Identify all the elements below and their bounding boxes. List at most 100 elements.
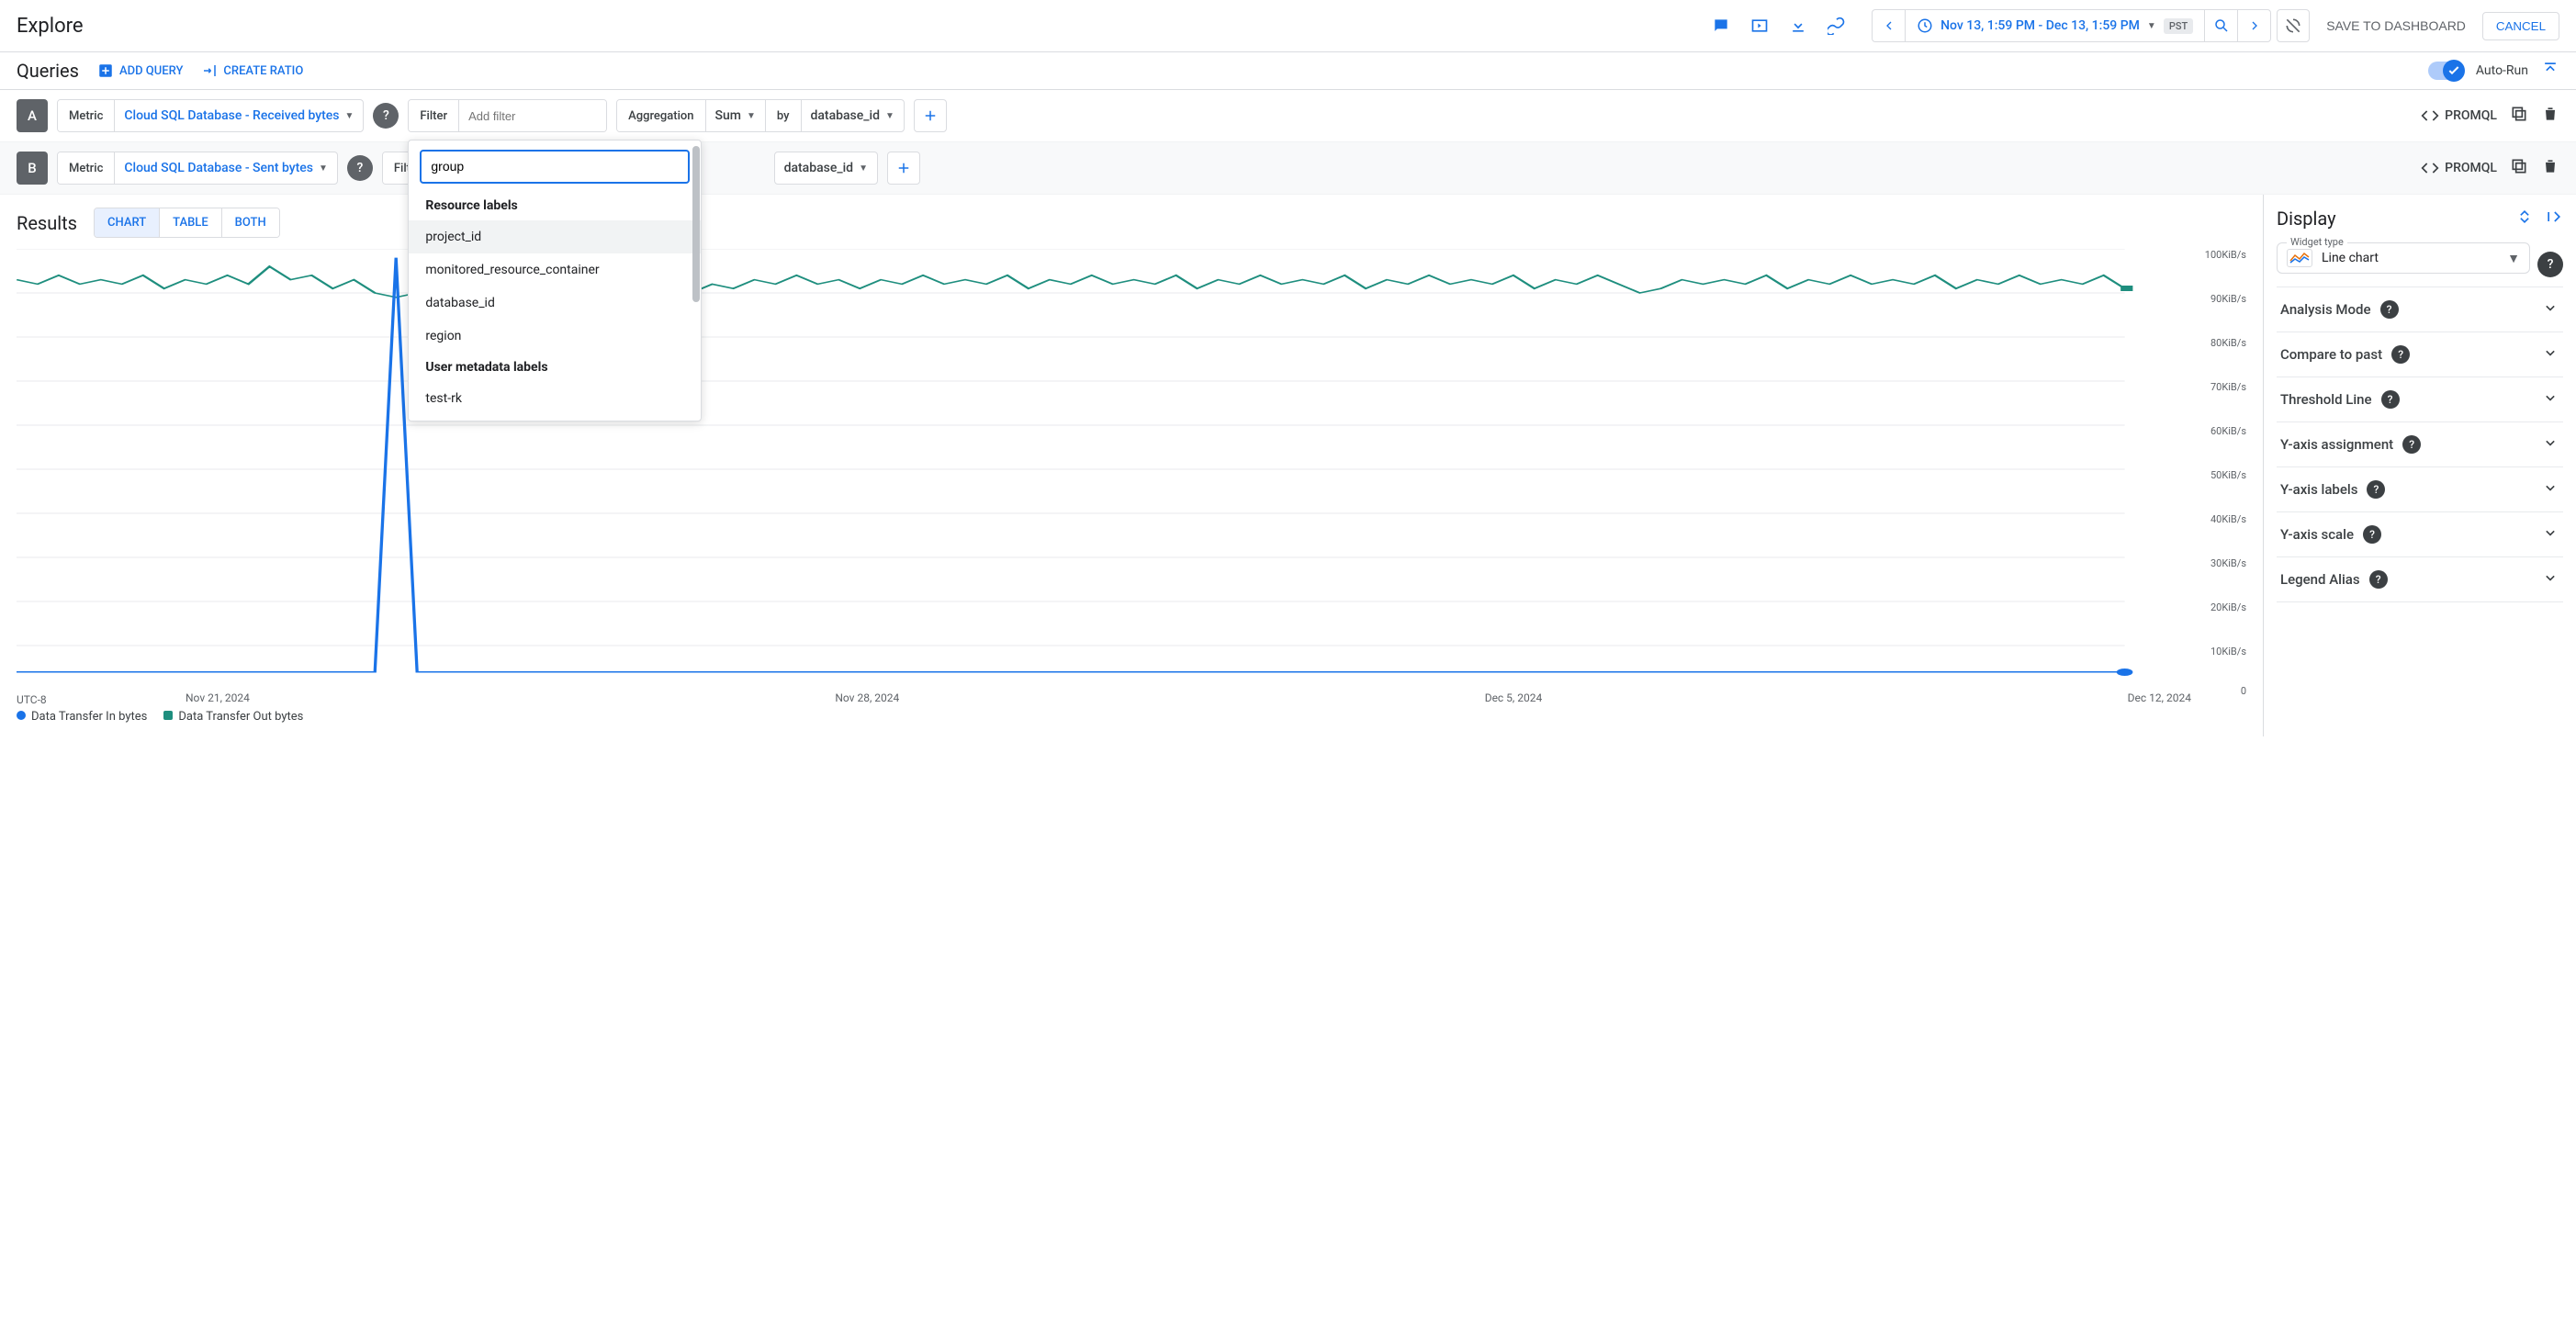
metric-select-a[interactable]: Cloud SQL Database - Received bytes ▼ xyxy=(115,108,363,123)
promql-button-a[interactable]: PROMQL xyxy=(2421,107,2497,125)
copy-icon[interactable] xyxy=(2510,157,2528,179)
dropdown-option[interactable]: test-rk xyxy=(409,382,701,415)
download-icon[interactable] xyxy=(1782,9,1815,42)
accordion-yaxis-assignment[interactable]: Y-axis assignment? xyxy=(2277,422,2563,467)
collapse-panel-icon[interactable] xyxy=(2545,208,2563,230)
save-to-dashboard-button[interactable]: SAVE TO DASHBOARD xyxy=(2315,11,2477,40)
help-icon[interactable]: ? xyxy=(2380,300,2399,319)
help-icon[interactable]: ? xyxy=(2369,570,2388,589)
promql-label: PROMQL xyxy=(2445,108,2497,123)
add-groupby-button-b[interactable] xyxy=(887,152,920,185)
add-query-button[interactable]: ADD QUERY xyxy=(97,62,183,79)
dropdown-option[interactable]: database_id xyxy=(409,287,701,320)
dropdown-option[interactable]: monitored_resource_container xyxy=(409,253,701,287)
help-icon[interactable]: ? xyxy=(2537,252,2563,277)
time-prev-button[interactable] xyxy=(1873,9,1906,42)
expand-display-icon[interactable] xyxy=(2515,208,2534,230)
y-tick: 40KiB/s xyxy=(2210,513,2246,525)
x-tick: Dec 5, 2024 xyxy=(1485,691,1543,704)
accordion-label: Analysis Mode xyxy=(2280,301,2371,318)
widget-type-value: Line chart xyxy=(2322,251,2498,265)
accordion-label: Legend Alias xyxy=(2280,571,2360,588)
results-title: Results xyxy=(17,212,77,234)
accordion-compare-past[interactable]: Compare to past? xyxy=(2277,332,2563,377)
delete-icon[interactable] xyxy=(2541,157,2559,179)
display-panel: Display Widget type Line chart ▼ ? Analy… xyxy=(2264,195,2576,736)
link-icon[interactable] xyxy=(1820,9,1853,42)
view-mode-tabs: CHART TABLE BOTH xyxy=(94,208,280,238)
accordion-analysis-mode[interactable]: Analysis Mode? xyxy=(2277,287,2563,332)
y-tick: 20KiB/s xyxy=(2210,601,2246,613)
filter-input-a[interactable] xyxy=(459,100,606,131)
dropdown-scrollbar[interactable] xyxy=(692,146,700,302)
tab-chart[interactable]: CHART xyxy=(95,208,160,237)
time-next-button[interactable] xyxy=(2237,9,2270,42)
metric-label: Metric xyxy=(58,152,115,184)
auto-run-toggle[interactable] xyxy=(2428,62,2463,80)
accordion-yaxis-scale[interactable]: Y-axis scale? xyxy=(2277,512,2563,557)
tab-table[interactable]: TABLE xyxy=(160,208,222,237)
metric-label: Metric xyxy=(58,100,115,131)
query-row-a: A Metric Cloud SQL Database - Received b… xyxy=(0,90,2576,142)
delete-icon[interactable] xyxy=(2541,105,2559,127)
help-icon[interactable]: ? xyxy=(2391,345,2410,364)
page-title: Explore xyxy=(17,15,84,38)
y-tick: 0 xyxy=(2241,685,2246,697)
dropdown-option[interactable]: project_id xyxy=(409,220,701,253)
cancel-button[interactable]: CANCEL xyxy=(2482,12,2559,40)
by-label: by xyxy=(765,100,802,131)
metric-select-b[interactable]: Cloud SQL Database - Sent bytes ▼ xyxy=(115,161,337,175)
collapse-queries-icon[interactable] xyxy=(2541,60,2559,82)
dropdown-search-field xyxy=(420,150,690,184)
add-groupby-button-a[interactable] xyxy=(914,99,947,132)
caret-down-icon: ▼ xyxy=(885,111,894,121)
filter-label: Filter xyxy=(409,100,459,131)
help-icon[interactable]: ? xyxy=(2367,480,2385,499)
y-tick: 90KiB/s xyxy=(2210,293,2246,305)
time-range-button[interactable]: Nov 13, 1:59 PM - Dec 13, 1:59 PM ▼ PST xyxy=(1906,17,2204,34)
sync-off-icon[interactable] xyxy=(2277,9,2310,42)
help-icon[interactable]: ? xyxy=(2381,390,2400,409)
x-tick: Dec 12, 2024 xyxy=(2128,691,2191,704)
chart-area: 100KiB/s 90KiB/s 80KiB/s 70KiB/s 60KiB/s… xyxy=(17,249,2246,690)
chevron-down-icon xyxy=(2541,478,2559,500)
add-query-label: ADD QUERY xyxy=(119,64,183,78)
accordion-threshold[interactable]: Threshold Line? xyxy=(2277,377,2563,422)
legend-item: Data Transfer In bytes xyxy=(17,710,147,724)
chart-svg xyxy=(17,249,2246,690)
dropdown-search-input[interactable] xyxy=(431,159,679,174)
metric-pill-b: Metric Cloud SQL Database - Sent bytes ▼ xyxy=(57,152,338,185)
aggregation-select-a[interactable]: Sum ▼ xyxy=(706,108,765,123)
widget-type-select[interactable]: Widget type Line chart ▼ xyxy=(2277,242,2530,274)
help-icon[interactable]: ? xyxy=(373,103,399,129)
display-title: Display xyxy=(2277,208,2336,230)
accordion-yaxis-labels[interactable]: Y-axis labels? xyxy=(2277,467,2563,512)
timezone-badge: PST xyxy=(2164,18,2193,34)
dropdown-option[interactable]: region xyxy=(409,320,701,353)
help-icon[interactable]: ? xyxy=(347,155,373,181)
time-range-picker: Nov 13, 1:59 PM - Dec 13, 1:59 PM ▼ PST xyxy=(1872,9,2271,42)
tab-both[interactable]: BOTH xyxy=(222,208,279,237)
groupby-select-a[interactable]: database_id ▼ xyxy=(802,108,904,123)
aggregation-value-a: Sum xyxy=(715,108,741,123)
y-tick: 70KiB/s xyxy=(2210,381,2246,393)
create-ratio-button[interactable]: CREATE RATIO xyxy=(201,62,303,79)
help-icon[interactable]: ? xyxy=(2402,435,2421,454)
groupby-select-b[interactable]: database_id ▼ xyxy=(775,161,877,175)
legend-swatch xyxy=(163,711,173,720)
legend-label: Data Transfer In bytes xyxy=(31,710,147,724)
legend-item: Data Transfer Out bytes xyxy=(163,710,303,724)
copy-icon[interactable] xyxy=(2510,105,2528,127)
help-icon[interactable]: ? xyxy=(2363,525,2381,544)
trailing-icon[interactable] xyxy=(1743,9,1776,42)
accordion-legend-alias[interactable]: Legend Alias? xyxy=(2277,557,2563,602)
promql-button-b[interactable]: PROMQL xyxy=(2421,159,2497,177)
chevron-down-icon xyxy=(2541,523,2559,545)
results-panel: Results CHART TABLE BOTH 100KiB/s 90KiB/… xyxy=(0,195,2264,736)
x-axis: Nov 21, 2024 Nov 28, 2024 Dec 5, 2024 De… xyxy=(182,691,2246,704)
caret-down-icon: ▼ xyxy=(319,163,328,174)
y-tick: 30KiB/s xyxy=(2210,557,2246,569)
create-ratio-label: CREATE RATIO xyxy=(223,64,303,78)
chat-icon[interactable] xyxy=(1704,9,1738,42)
time-search-button[interactable] xyxy=(2204,9,2237,42)
